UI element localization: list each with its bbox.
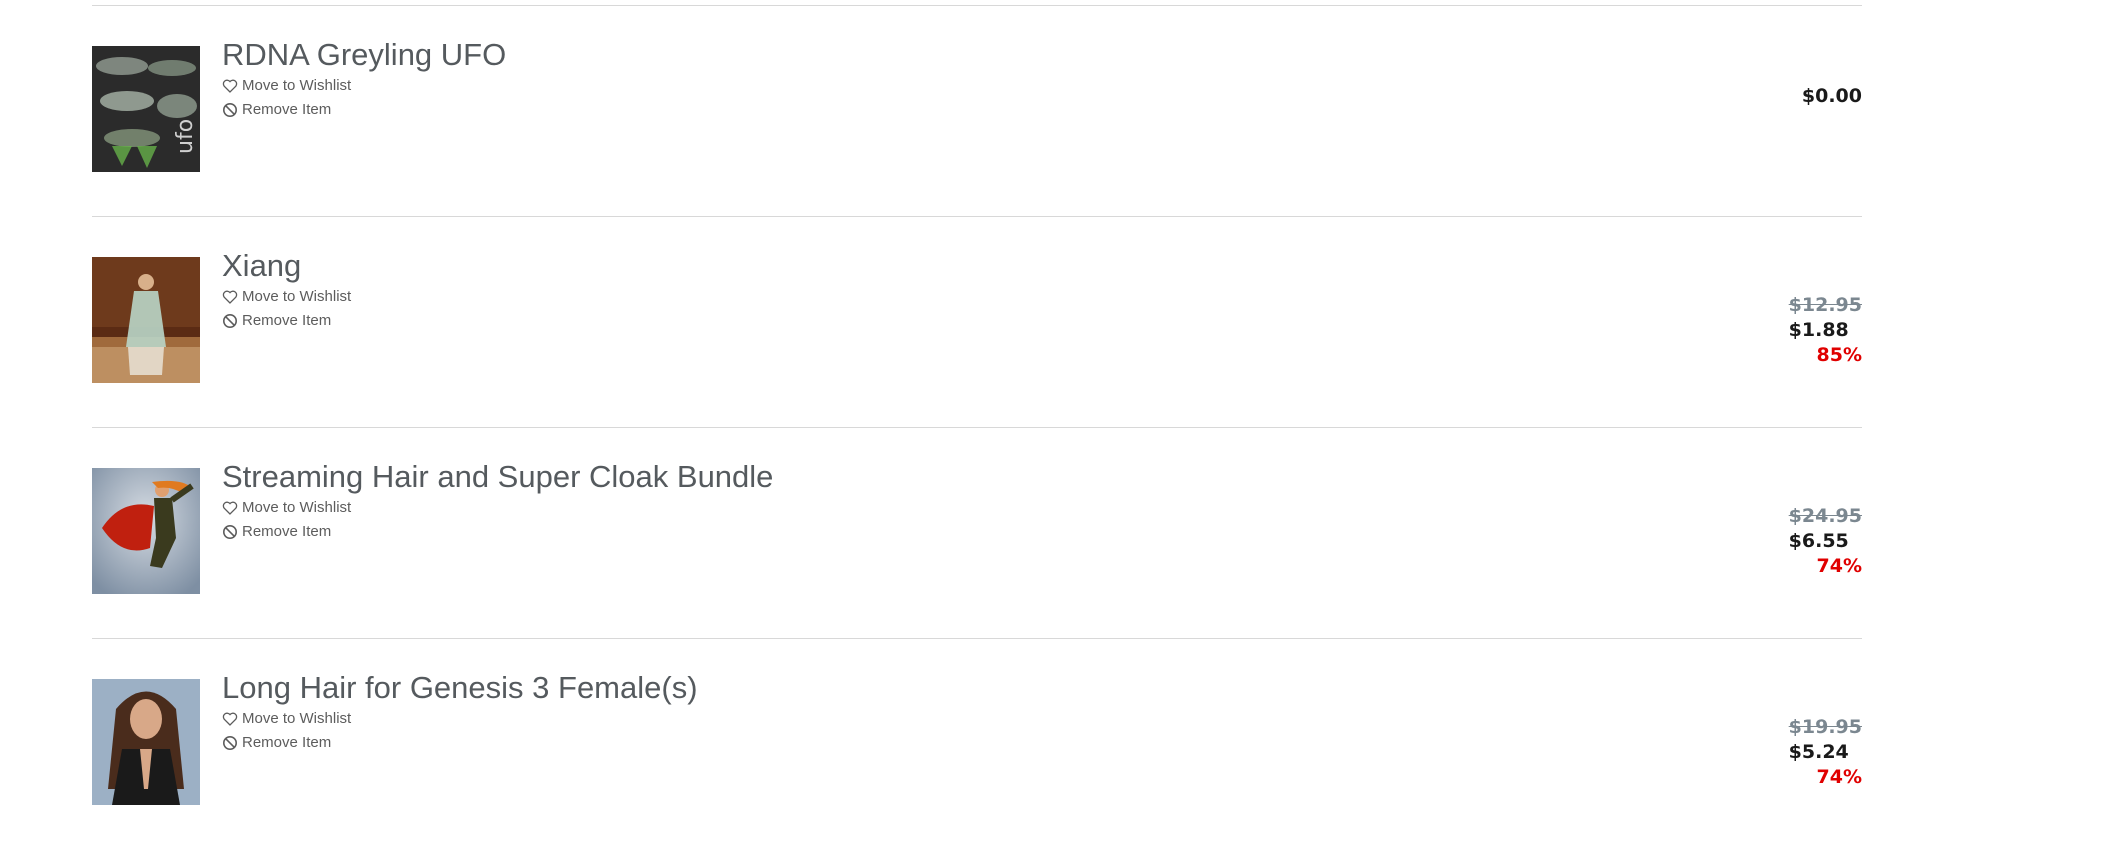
cart-item: Streaming Hair and Super Cloak Bundle Mo… [92,427,1862,638]
move-to-wishlist-label: Move to Wishlist [242,710,352,727]
sale-price: $1.88 [1788,319,1849,341]
move-to-wishlist-label: Move to Wishlist [242,288,352,305]
remove-item-label: Remove Item [242,101,332,118]
price-box: $12.95 $1.88 85% [1789,293,1862,368]
cart-item-list: ufo RDNA Greyling UFO Move to Wishlist R… [92,0,1862,849]
product-thumbnail[interactable] [92,468,200,594]
product-thumbnail[interactable]: ufo [92,46,200,172]
heart-outline-icon [222,500,238,516]
move-to-wishlist-label: Move to Wishlist [242,77,352,94]
product-thumbnail[interactable] [92,257,200,383]
remove-item-button[interactable]: Remove Item [222,520,773,544]
prohibited-circle-icon [222,102,238,118]
product-thumbnail[interactable] [92,679,200,805]
heart-outline-icon [222,78,238,94]
heart-outline-icon [222,711,238,727]
remove-item-label: Remove Item [242,312,332,329]
sale-price: $6.55 [1788,530,1849,552]
remove-item-button[interactable]: Remove Item [222,731,698,755]
product-title[interactable]: Long Hair for Genesis 3 Female(s) [222,669,698,707]
cart-item: Long Hair for Genesis 3 Female(s) Move t… [92,638,1862,849]
move-to-wishlist-button[interactable]: Move to Wishlist [222,74,506,98]
discount-percent: 85% [1816,344,1862,366]
remove-item-label: Remove Item [242,523,332,540]
prohibited-circle-icon [222,735,238,751]
heart-outline-icon [222,289,238,305]
prohibited-circle-icon [222,524,238,540]
move-to-wishlist-label: Move to Wishlist [242,499,352,516]
remove-item-button[interactable]: Remove Item [222,98,506,122]
cart-item: ufo RDNA Greyling UFO Move to Wishlist R… [92,5,1862,216]
product-title[interactable]: Streaming Hair and Super Cloak Bundle [222,458,773,496]
product-title[interactable]: RDNA Greyling UFO [222,36,506,74]
cart-item: Xiang Move to Wishlist Remove Item $12.9… [92,216,1862,427]
price-box: $24.95 $6.55 74% [1789,504,1862,579]
price-box: $0.00 [1802,84,1862,109]
move-to-wishlist-button[interactable]: Move to Wishlist [222,707,698,731]
product-title[interactable]: Xiang [222,247,351,285]
remove-item-button[interactable]: Remove Item [222,309,351,333]
discount-percent: 74% [1816,766,1862,788]
svg-text:ufo: ufo [173,119,198,154]
move-to-wishlist-button[interactable]: Move to Wishlist [222,285,351,309]
sale-price: $5.24 [1788,741,1849,763]
original-price: $24.95 [1788,505,1862,527]
price-box: $19.95 $5.24 74% [1789,715,1862,790]
remove-item-label: Remove Item [242,734,332,751]
original-price: $12.95 [1788,294,1862,316]
discount-percent: 74% [1816,555,1862,577]
sale-price: $0.00 [1801,85,1862,107]
move-to-wishlist-button[interactable]: Move to Wishlist [222,496,773,520]
original-price: $19.95 [1788,716,1862,738]
prohibited-circle-icon [222,313,238,329]
